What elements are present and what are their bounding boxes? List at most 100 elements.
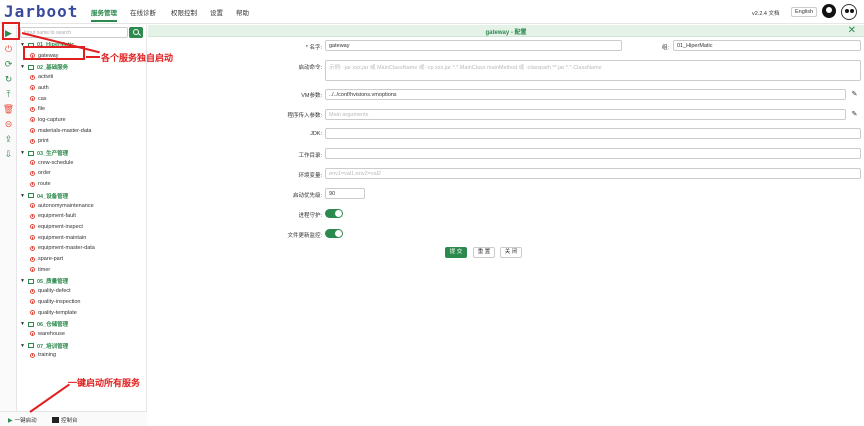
group-label: 07_培训管理	[36, 343, 69, 350]
tree-group[interactable]: ▼ 03_生产管理	[20, 149, 68, 157]
service-item[interactable]: auth	[30, 85, 49, 91]
annotation-arrow	[86, 56, 100, 58]
search-icon[interactable]	[129, 27, 143, 38]
nav-help[interactable]: 帮助	[236, 7, 249, 17]
stop-circle-icon[interactable]: ⊝	[3, 119, 14, 130]
avatar[interactable]	[841, 4, 857, 20]
name-label: * 名字:	[305, 45, 322, 51]
submit-button[interactable]: 提 交	[445, 247, 467, 258]
annotation-box-start	[2, 22, 20, 40]
command-textarea[interactable]: 示例: -jar xxx.jar 或 MainClassName 或 -cp x…	[325, 60, 861, 81]
service-item[interactable]: file	[30, 106, 45, 112]
edit-icon[interactable]: ✎	[850, 90, 859, 99]
service-item[interactable]: warehouse	[30, 331, 65, 337]
service-item[interactable]: equipment-inspect	[30, 224, 83, 230]
service-item[interactable]: order	[30, 170, 51, 176]
stopped-status-icon	[30, 245, 35, 251]
stopped-status-icon	[30, 85, 35, 91]
stopped-status-icon	[30, 96, 35, 101]
github-icon[interactable]	[822, 4, 836, 18]
docs-link[interactable]: 文档	[769, 11, 780, 17]
args-input[interactable]: Main arguments	[325, 109, 846, 120]
service-item[interactable]: autonomymaintenance	[30, 203, 94, 209]
stopped-status-icon	[30, 310, 35, 315]
stopped-status-icon	[30, 117, 35, 123]
stopped-status-icon	[30, 160, 35, 166]
priority-input[interactable]: 90	[325, 188, 365, 199]
service-label: materials-master-data	[38, 127, 92, 134]
service-label: quality-defect	[38, 288, 71, 295]
service-label: cas	[38, 95, 47, 102]
service-item[interactable]: route	[30, 181, 51, 187]
vm-input[interactable]: ../../conf/hvisions.vmoptions	[325, 89, 846, 100]
refresh-icon[interactable]: ↻	[3, 74, 14, 85]
workdir-input[interactable]	[325, 148, 861, 159]
service-item[interactable]: materials-master-data	[30, 128, 92, 134]
edit-icon[interactable]: ✎	[850, 110, 859, 119]
chevron-down-icon: ▼	[20, 192, 25, 199]
nav-service-management[interactable]: 服务管理	[91, 7, 117, 22]
annotation-per-service: 各个服务独自启动	[101, 53, 174, 63]
terminal-icon	[52, 417, 59, 423]
nav-permission[interactable]: 权限控制	[171, 7, 197, 17]
service-item[interactable]: cas	[30, 96, 47, 102]
top-header: Jarboot 服务管理 在线诊断 权限控制 设置 帮助 v2.2.4 文档 E…	[0, 0, 864, 24]
service-item[interactable]: training	[30, 352, 56, 358]
folder-icon	[27, 64, 34, 70]
group-input[interactable]: 01_HiperMatic	[673, 40, 861, 51]
tree-group[interactable]: ▼ 05_质量管理	[20, 277, 68, 285]
restart-icon[interactable]: ⟳	[3, 59, 14, 70]
close-icon[interactable]: ✕	[848, 25, 856, 36]
service-item[interactable]: activiti	[30, 74, 53, 80]
config-title: gateway - 配置	[485, 30, 527, 36]
start-all-button[interactable]: ▶ 一键启动	[8, 416, 37, 425]
group-label: 组:	[661, 45, 669, 51]
nav-online-diagnosis[interactable]: 在线诊断	[130, 7, 156, 17]
console-button[interactable]: 控制台	[52, 416, 78, 424]
delete-icon[interactable]: 🗑	[3, 104, 14, 115]
import-icon[interactable]: ⇩	[3, 149, 14, 160]
tree-group[interactable]: ▼ 07_培训管理	[20, 342, 68, 350]
env-input[interactable]: env1=val1;env2=val2	[325, 168, 861, 179]
jdk-input[interactable]	[325, 128, 861, 139]
close-button[interactable]: 关 闭	[500, 247, 522, 258]
folder-icon	[27, 150, 34, 156]
filewatch-toggle[interactable]	[325, 229, 343, 238]
service-item[interactable]: quality-inspection	[30, 299, 81, 305]
service-item[interactable]: equipment-master-data	[30, 245, 95, 251]
language-button[interactable]: English	[791, 7, 817, 17]
group-label: 05_质量管理	[36, 279, 69, 286]
jdk-label: JDK:	[310, 131, 322, 137]
service-item[interactable]: log-capture	[30, 117, 66, 123]
service-item[interactable]: quality-template	[30, 310, 77, 316]
service-item[interactable]: equipment-fault	[30, 213, 76, 219]
service-label: quality-template	[38, 309, 77, 316]
service-item[interactable]: print	[30, 138, 49, 144]
service-item[interactable]: equipment-maintain	[30, 235, 86, 241]
service-label: equipment-inspect	[38, 223, 83, 230]
service-label: quality-inspection	[38, 298, 81, 305]
tree-group[interactable]: ▼ 02_基础服务	[20, 63, 68, 71]
service-item[interactable]: spare-part	[30, 256, 63, 262]
upload-icon[interactable]: ⤒	[3, 89, 14, 100]
service-item[interactable]: timer	[30, 267, 50, 273]
nav-settings[interactable]: 设置	[210, 7, 223, 17]
chevron-down-icon: ▼	[20, 64, 25, 71]
reset-button[interactable]: 重 置	[473, 247, 495, 258]
service-label: auth	[38, 84, 49, 91]
service-item[interactable]: quality-defect	[30, 288, 71, 294]
daemon-toggle[interactable]	[325, 209, 343, 218]
tree-group[interactable]: ▼ 04_设备管理	[20, 192, 68, 200]
service-item[interactable]: crew-schedule	[30, 160, 73, 166]
stop-icon[interactable]: ⏻	[3, 44, 14, 55]
bottom-bar: ▶ 一键启动 控制台	[0, 411, 147, 426]
stopped-status-icon	[30, 74, 35, 80]
service-label: warehouse	[38, 330, 65, 337]
tree-group[interactable]: ▼ 06_仓储管理	[20, 320, 68, 328]
export-icon[interactable]: ⇪	[3, 134, 14, 145]
stopped-status-icon	[30, 256, 35, 262]
stopped-status-icon	[30, 288, 35, 294]
group-label: 04_设备管理	[36, 193, 69, 200]
name-input[interactable]: gateway	[325, 40, 622, 51]
chevron-down-icon: ▼	[20, 150, 25, 156]
